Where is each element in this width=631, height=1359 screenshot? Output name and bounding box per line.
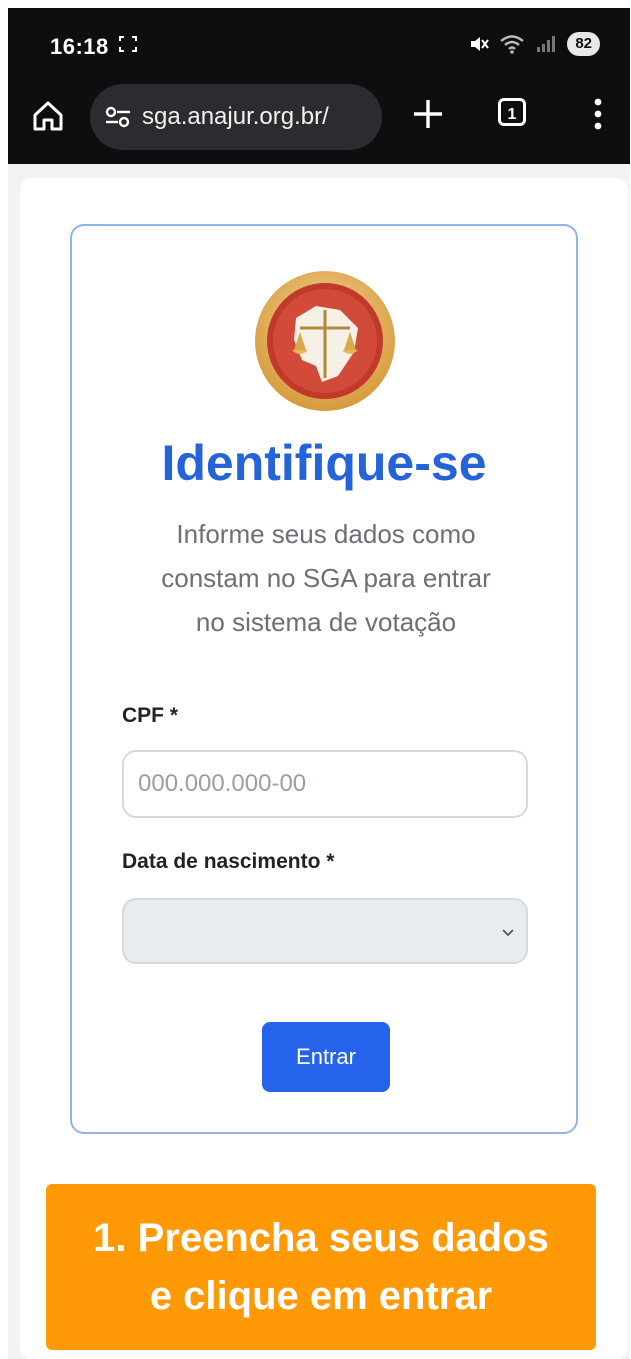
banner-line: 1. Preencha seus dados <box>93 1216 549 1260</box>
cpf-label: CPF * <box>122 704 179 727</box>
page-subtitle: Informe seus dados como constam no SGA p… <box>122 512 530 644</box>
subtitle-line: constam no SGA para entrar <box>161 563 491 593</box>
phone-screen: 16:18 82 sga.anajur.org.br/ 1 Identifiqu… <box>8 8 630 1359</box>
page-title: Identifique-se <box>161 435 487 491</box>
home-icon[interactable] <box>30 98 66 134</box>
enter-button[interactable]: Entrar <box>262 1022 390 1092</box>
status-time: 16:18 <box>50 34 109 59</box>
mute-icon <box>471 37 490 51</box>
login-form-card: Identifique-se Informe seus dados como c… <box>70 224 578 1134</box>
birth-date-select[interactable] <box>122 898 528 964</box>
birth-date-label: Data de nascimento * <box>122 850 335 873</box>
tune-icon[interactable] <box>104 105 132 129</box>
signal-icon <box>537 36 556 52</box>
browser-toolbar: sga.anajur.org.br/ 1 <box>8 80 630 164</box>
more-vert-icon[interactable] <box>590 94 606 134</box>
banner-line: e clique em entrar <box>149 1274 493 1318</box>
subtitle-line: no sistema de votação <box>195 607 457 637</box>
battery-indicator: 82 <box>567 32 600 56</box>
instruction-banner: 1. Preencha seus dados e clique em entra… <box>46 1184 596 1350</box>
tab-switcher-button[interactable]: 1 <box>498 98 526 126</box>
screen-record-icon <box>119 36 137 52</box>
wifi-icon <box>500 35 525 54</box>
chevron-down-icon <box>502 929 514 937</box>
anajur-logo <box>255 271 395 411</box>
cpf-input[interactable] <box>122 750 528 818</box>
address-bar[interactable]: sga.anajur.org.br/ <box>90 84 382 150</box>
subtitle-line: Informe seus dados como <box>176 519 476 549</box>
plus-icon[interactable] <box>408 94 448 134</box>
status-icons: 82 <box>469 32 600 56</box>
status-bar: 16:18 82 <box>8 8 630 80</box>
page-content: Identifique-se Informe seus dados como c… <box>20 178 628 1359</box>
url-text[interactable]: sga.anajur.org.br/ <box>142 103 372 131</box>
